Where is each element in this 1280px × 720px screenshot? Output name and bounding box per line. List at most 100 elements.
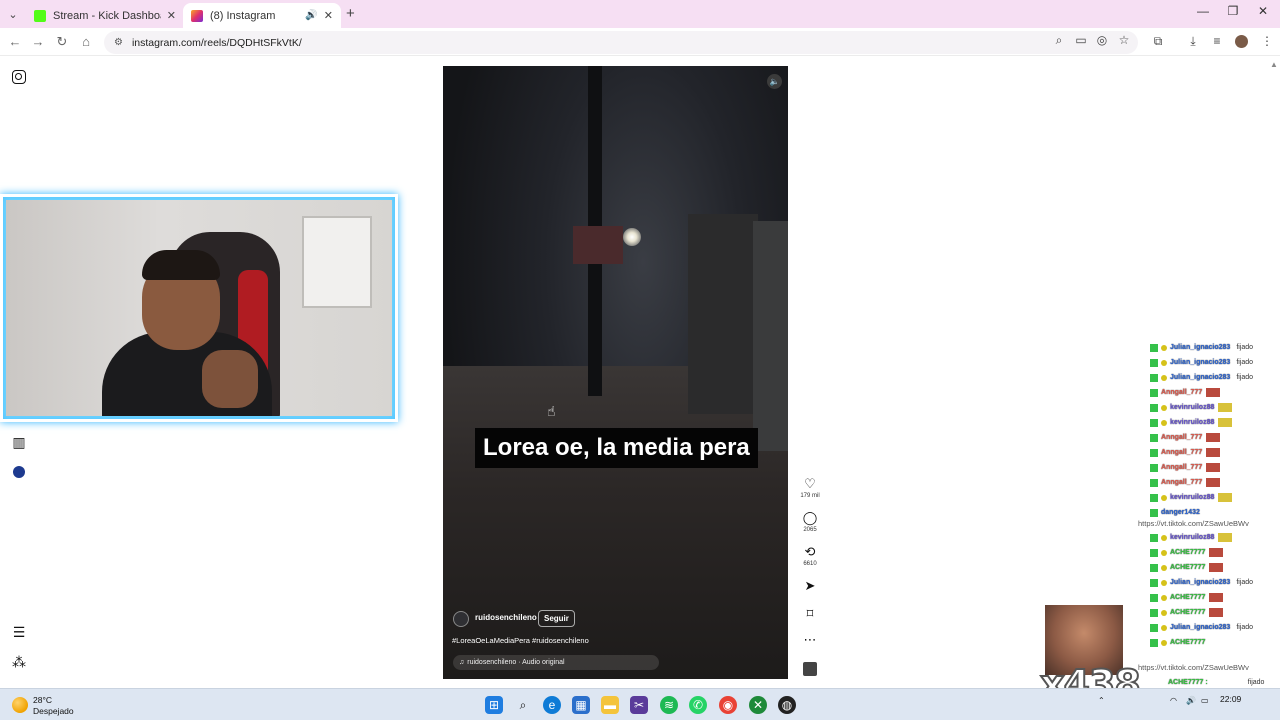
share-action[interactable]: ➤ xyxy=(800,579,820,593)
music-note-icon: ♫ xyxy=(459,659,465,666)
chat-message: fijado xyxy=(1236,344,1254,351)
audio-label: ruidosenchileno · Audio original xyxy=(467,659,565,666)
reel-video[interactable]: 🔈 Lorea oe, la media pera ☝ ruidosenchil… xyxy=(443,66,788,679)
xbox-icon[interactable]: ✕ xyxy=(749,696,767,714)
file-explorer-icon[interactable]: ▬ xyxy=(601,696,619,714)
tab-search-icon[interactable]: ⌄ xyxy=(4,5,22,23)
store-icon[interactable]: ▦ xyxy=(572,696,590,714)
obs-icon[interactable]: ◍ xyxy=(778,696,796,714)
dashboard-icon[interactable]: ▥ xyxy=(11,434,27,450)
tracking-protection-icon[interactable]: ◎ xyxy=(1094,33,1110,47)
tab-instagram[interactable]: (8) Instagram 🔊 ✕ xyxy=(183,3,341,28)
extensions-icon[interactable]: ⧉ xyxy=(1150,34,1166,49)
address-bar[interactable]: ⚙ instagram.com/reels/DQDHtSFkVtK/ xyxy=(104,31,1138,54)
spotify-icon[interactable]: ≋ xyxy=(660,696,678,714)
minimize-button[interactable]: — xyxy=(1188,4,1218,18)
follow-button[interactable]: Seguir xyxy=(538,610,575,627)
chat-user: Julian_ignacio283 xyxy=(1170,374,1231,381)
chat-user: Anngall_777 xyxy=(1161,434,1203,441)
kick-badge-icon xyxy=(1150,578,1158,587)
kick-badge-icon xyxy=(1150,358,1158,367)
media-control-icon[interactable]: ≡ xyxy=(1209,34,1225,48)
site-info-icon[interactable]: ⚙ xyxy=(114,37,123,48)
kick-badge-icon xyxy=(1150,478,1158,487)
close-tab-icon[interactable]: ✕ xyxy=(324,9,333,22)
scroll-up-icon[interactable]: ▲ xyxy=(1270,60,1278,69)
menu-kebab-icon[interactable]: ⋮ xyxy=(1259,34,1275,48)
clock-time[interactable]: 22:09 xyxy=(1220,694,1241,704)
tab-title: (8) Instagram xyxy=(210,9,276,22)
repost-action[interactable]: ⟲ 6610 xyxy=(800,545,820,568)
heart-icon[interactable]: ♡ xyxy=(800,477,820,491)
reel-hashtags[interactable]: #LoreaOeLaMediaPera #ruidosenchileno xyxy=(452,636,589,645)
chat-user: Julian_ignacio283 xyxy=(1170,624,1231,631)
tab-kick-dashboard[interactable]: Stream - Kick Dashboard ✕ xyxy=(26,3,184,28)
chat-message: fijado xyxy=(1236,624,1254,631)
forward-arrow-icon[interactable]: → xyxy=(29,34,47,49)
chat-emote xyxy=(1209,548,1224,557)
tab-audio-icon[interactable]: 🔊 xyxy=(305,10,317,21)
zoom-icon[interactable]: ⌕ xyxy=(1051,33,1067,48)
kick-badge-icon xyxy=(1150,508,1158,517)
menu-hamburger-icon[interactable]: ☰ xyxy=(11,624,27,640)
url-text: instagram.com/reels/DQDHtSFkVtK/ xyxy=(131,36,302,49)
instagram-logo-icon[interactable] xyxy=(12,70,26,84)
also-from-meta-icon[interactable]: ⁂ xyxy=(11,654,27,670)
audio-pill[interactable]: ♫ ruidosenchileno · Audio original xyxy=(453,655,659,670)
send-icon[interactable]: ➤ xyxy=(800,579,820,593)
bookmark-icon[interactable]: ⌑ xyxy=(800,607,820,621)
chat-emote xyxy=(1218,493,1233,502)
chat-row: Julian_ignacio283 fijado xyxy=(1138,355,1253,370)
sub-badge-icon xyxy=(1161,404,1167,411)
back-arrow-icon[interactable]: ← xyxy=(6,34,24,49)
more-action[interactable]: ⋯ xyxy=(800,633,820,647)
streamer-arm xyxy=(202,350,258,408)
home-icon[interactable]: ⌂ xyxy=(77,34,95,49)
like-action[interactable]: ♡ 179 mil xyxy=(800,477,820,500)
profile-avatar[interactable] xyxy=(1235,35,1248,48)
chrome-icon[interactable]: ◉ xyxy=(719,696,737,714)
weather-temp[interactable]: 28°C xyxy=(33,695,52,705)
save-action[interactable]: ⌑ xyxy=(800,607,820,621)
restore-button[interactable]: ❐ xyxy=(1218,4,1248,18)
instagram-favicon-icon xyxy=(191,9,203,22)
volume-icon[interactable]: 🔊 xyxy=(1186,696,1196,705)
close-window-button[interactable]: ✕ xyxy=(1248,4,1278,18)
whatsapp-icon[interactable]: ✆ xyxy=(689,696,707,714)
author-avatar[interactable] xyxy=(453,611,469,627)
tray-overflow-icon[interactable]: ⌃ xyxy=(1098,696,1105,705)
new-tab-button[interactable]: + xyxy=(346,5,355,22)
chat-row: Anngall_777 xyxy=(1138,430,1221,445)
more-icon[interactable]: ⋯ xyxy=(800,633,820,647)
kick-badge-icon xyxy=(1150,593,1158,602)
comment-action[interactable]: ◯ 2065 xyxy=(800,511,820,534)
windows-start-icon[interactable]: ⊞ xyxy=(485,696,503,714)
comment-icon[interactable]: ◯ xyxy=(800,511,820,525)
wifi-icon[interactable]: ◠ xyxy=(1170,696,1177,705)
chat-emote xyxy=(1209,563,1224,572)
chat-row: kevinruiloz88 xyxy=(1138,530,1233,545)
sub-badge-icon xyxy=(1161,564,1167,571)
audio-thumbnail-icon[interactable] xyxy=(803,662,817,676)
weather-condition[interactable]: Despejado xyxy=(33,706,74,716)
chat-link-2[interactable]: https://vt.tiktok.com/ZSawUeBWv xyxy=(1138,663,1249,675)
edge-icon[interactable]: e xyxy=(543,696,561,714)
profile-avatar-small[interactable] xyxy=(13,466,25,478)
chat-message: fijado xyxy=(1236,579,1254,586)
snipping-tool-icon[interactable]: ✂ xyxy=(630,696,648,714)
moon-weather-icon[interactable] xyxy=(12,697,28,713)
sound-toggle-icon[interactable]: 🔈 xyxy=(767,74,782,89)
webcam-overlay xyxy=(0,194,398,422)
chat-user: Julian_ignacio283 xyxy=(1170,579,1231,586)
author-name[interactable]: ruidosenchileno xyxy=(475,613,537,622)
close-tab-icon[interactable]: ✕ xyxy=(167,9,176,22)
bookmark-star-icon[interactable]: ☆ xyxy=(1116,33,1132,47)
battery-icon[interactable]: ▭ xyxy=(1201,696,1209,705)
download-icon[interactable]: ⤓ xyxy=(1185,34,1201,49)
reload-icon[interactable]: ↻ xyxy=(53,34,71,50)
search-icon[interactable]: ⌕ xyxy=(514,696,532,714)
repost-icon[interactable]: ⟲ xyxy=(800,545,820,559)
chat-emote xyxy=(1206,448,1221,457)
audio-thumbnail[interactable] xyxy=(800,662,820,676)
cast-icon[interactable]: ▭ xyxy=(1073,33,1089,47)
